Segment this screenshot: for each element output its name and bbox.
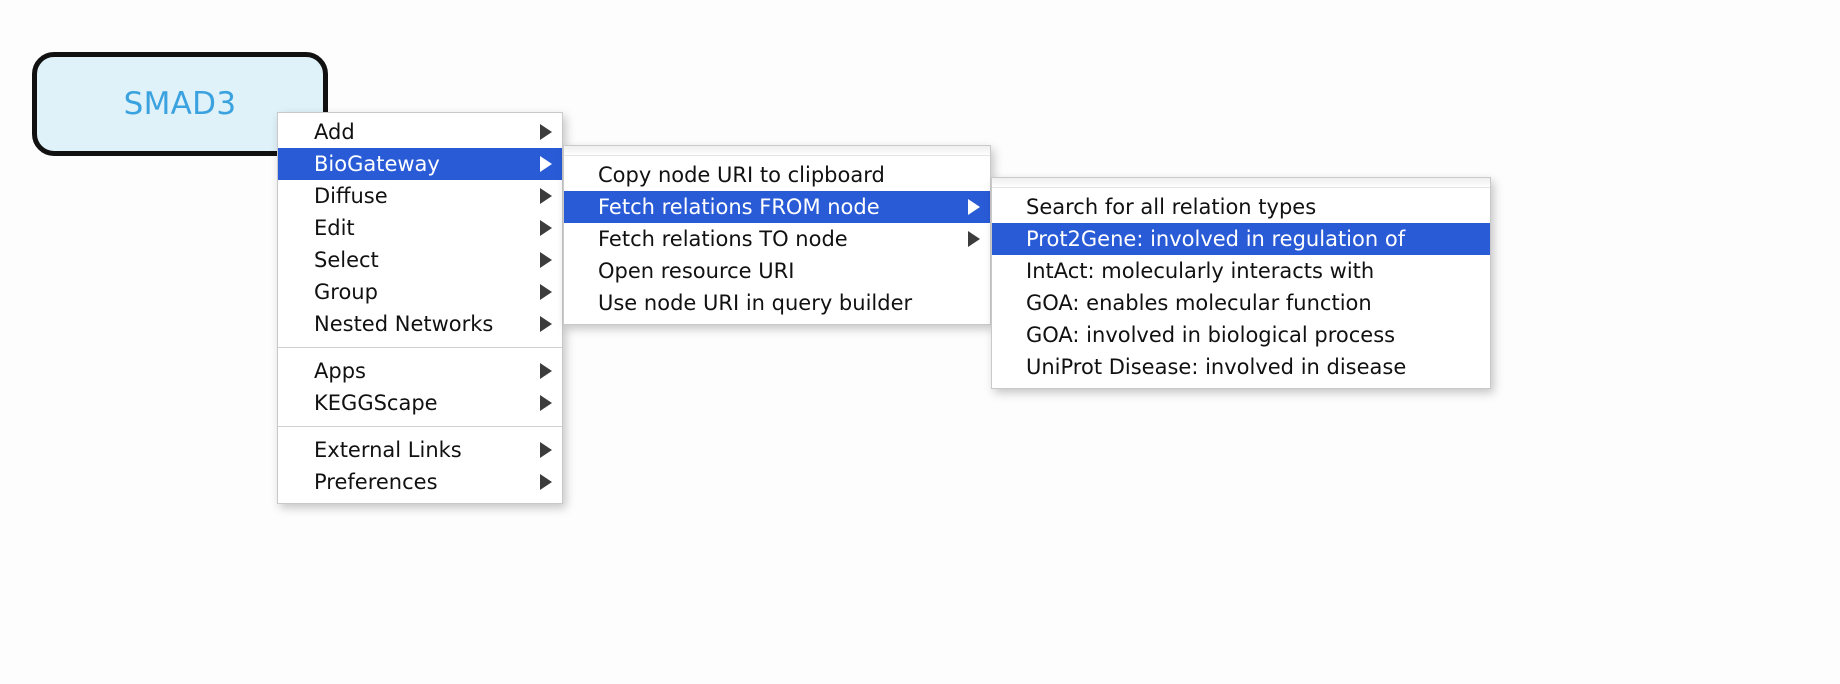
- menu-item-label: Group: [314, 280, 378, 304]
- menu-item-label: IntAct: molecularly interacts with: [1026, 259, 1375, 283]
- menu-item-label: Diffuse: [314, 184, 388, 208]
- menu-item-label: Preferences: [314, 470, 438, 494]
- menu-cap: [564, 146, 990, 156]
- menu-item-label: Fetch relations TO node: [598, 227, 848, 251]
- submenu-arrow-icon: [968, 231, 980, 247]
- menu-item-open-resource-uri[interactable]: Open resource URI: [564, 255, 990, 287]
- menu-item-label: Fetch relations FROM node: [598, 195, 880, 219]
- menu-item-label: GOA: enables molecular function: [1026, 291, 1372, 315]
- menu-item-label: Use node URI in query builder: [598, 291, 913, 315]
- menu-item-label: KEGGScape: [314, 391, 438, 415]
- submenu-arrow-icon: [540, 395, 552, 411]
- menu-item-keggscape[interactable]: KEGGScape: [278, 387, 562, 419]
- menu-item-label: Open resource URI: [598, 259, 795, 283]
- menu-item-use-node-uri-in-query-builder[interactable]: Use node URI in query builder: [564, 287, 990, 319]
- menu-item-label: Edit: [314, 216, 355, 240]
- biogateway-submenu[interactable]: Copy node URI to clipboard Fetch relation…: [563, 145, 991, 325]
- submenu-arrow-icon: [540, 474, 552, 490]
- submenu-arrow-icon: [540, 316, 552, 332]
- submenu-arrow-icon: [968, 199, 980, 215]
- menu-item-label: Select: [314, 248, 379, 272]
- menu-item-nested-networks[interactable]: Nested Networks: [278, 308, 562, 340]
- menu-item-intact-molecularly-interacts-with[interactable]: IntAct: molecularly interacts with: [992, 255, 1490, 287]
- menu-separator: [278, 426, 562, 427]
- menu-item-fetch-relations-to-node[interactable]: Fetch relations TO node: [564, 223, 990, 255]
- menu-item-label: Search for all relation types: [1026, 195, 1317, 219]
- node-label: SMAD3: [123, 86, 237, 122]
- menu-item-diffuse[interactable]: Diffuse: [278, 180, 562, 212]
- menu-item-goa-involved-in-biological-process[interactable]: GOA: involved in biological process: [992, 319, 1490, 351]
- menu-cap: [992, 178, 1490, 188]
- menu-item-prot2gene-involved-in-regulation-of[interactable]: Prot2Gene: involved in regulation of: [992, 223, 1490, 255]
- submenu-arrow-icon: [540, 284, 552, 300]
- submenu-arrow-icon: [540, 442, 552, 458]
- submenu-arrow-icon: [540, 220, 552, 236]
- menu-item-label: External Links: [314, 438, 462, 462]
- node-context-menu-body: Add BioGateway Diffuse Edit Select Group Neste…: [278, 113, 562, 503]
- menu-item-add[interactable]: Add: [278, 116, 562, 148]
- menu-item-apps[interactable]: Apps: [278, 355, 562, 387]
- network-canvas[interactable]: SMAD3 Add BioGateway Diffuse Edit Select Grou…: [0, 0, 1840, 684]
- menu-item-copy-node-uri-to-clipboard[interactable]: Copy node URI to clipboard: [564, 159, 990, 191]
- biogateway-submenu-body: Copy node URI to clipboard Fetch relation…: [564, 156, 990, 324]
- submenu-arrow-icon: [540, 363, 552, 379]
- menu-item-select[interactable]: Select: [278, 244, 562, 276]
- menu-item-fetch-relations-from-node[interactable]: Fetch relations FROM node: [564, 191, 990, 223]
- menu-item-label: UniProt Disease: involved in disease: [1026, 355, 1407, 379]
- menu-item-preferences[interactable]: Preferences: [278, 466, 562, 498]
- menu-item-label: BioGateway: [314, 152, 440, 176]
- menu-item-edit[interactable]: Edit: [278, 212, 562, 244]
- menu-item-label: Add: [314, 120, 355, 144]
- submenu-arrow-icon: [540, 124, 552, 140]
- node-context-menu[interactable]: Add BioGateway Diffuse Edit Select Group Neste…: [277, 112, 563, 504]
- menu-item-label: Prot2Gene: involved in regulation of: [1026, 227, 1406, 251]
- menu-item-label: GOA: involved in biological process: [1026, 323, 1396, 347]
- fetch-relations-from-node-submenu[interactable]: Search for all relation types Prot2Gene: …: [991, 177, 1491, 389]
- menu-item-label: Nested Networks: [314, 312, 494, 336]
- menu-item-biogateway[interactable]: BioGateway: [278, 148, 562, 180]
- menu-item-goa-enables-molecular-function[interactable]: GOA: enables molecular function: [992, 287, 1490, 319]
- submenu-arrow-icon: [540, 252, 552, 268]
- menu-item-uniprot-disease-involved-in-disease[interactable]: UniProt Disease: involved in disease: [992, 351, 1490, 383]
- submenu-arrow-icon: [540, 156, 552, 172]
- menu-item-label: Apps: [314, 359, 366, 383]
- menu-item-external-links[interactable]: External Links: [278, 434, 562, 466]
- submenu-arrow-icon: [540, 188, 552, 204]
- menu-item-label: Copy node URI to clipboard: [598, 163, 885, 187]
- menu-item-group[interactable]: Group: [278, 276, 562, 308]
- fetch-relations-from-node-submenu-body: Search for all relation types Prot2Gene: …: [992, 188, 1490, 388]
- menu-separator: [278, 347, 562, 348]
- menu-item-search-for-all-relation-types[interactable]: Search for all relation types: [992, 191, 1490, 223]
